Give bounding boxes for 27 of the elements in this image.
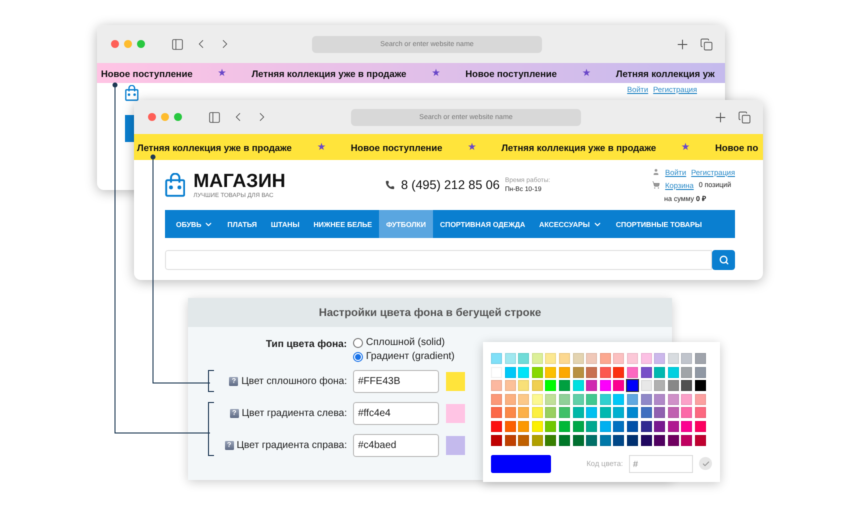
field-label: Цвет градиента справа:: [236, 440, 347, 450]
star-icon: ★: [681, 141, 690, 153]
color-field[interactable]: #c4baed: [353, 434, 439, 456]
radio-option[interactable]: Сплошной (solid): [353, 337, 455, 348]
phone-number: 8 (495) 212 85 06: [401, 178, 500, 192]
star-icon: ★: [582, 67, 591, 79]
star-icon: ★: [467, 141, 476, 153]
star-icon: ★: [218, 67, 227, 79]
ticker-text: Летняя коллекция уже в продаже: [137, 142, 292, 152]
radio-option[interactable]: Градиент (gradient): [353, 351, 455, 362]
ticker-text: Летняя коллекция уже в продаже: [501, 142, 656, 152]
star-icon: ★: [316, 141, 326, 153]
color-field[interactable]: #FFE43B: [353, 370, 439, 392]
ticker-text: Новое по: [715, 142, 758, 152]
store-logo-title: МАГАЗИН: [193, 172, 286, 190]
ticker-text: Летняя коллекция уж: [616, 68, 715, 78]
field-label: Тип цвета фона:: [264, 339, 348, 350]
panel-title: Настройки цвета фона в бегущей строке: [188, 298, 672, 327]
hash-prefix: #: [633, 458, 638, 469]
ticker-text: Новое поступление: [350, 142, 442, 152]
field-label: Цвет сплошного фона:: [241, 376, 347, 386]
ticker-text: Летняя коллекция уже в продаже: [252, 68, 406, 78]
ticker-text: Новое поступление: [465, 68, 557, 78]
field-label: Цвет градиента слева:: [242, 408, 347, 418]
ticker-text: Новое поступление: [101, 68, 193, 78]
star-icon: ★: [431, 67, 440, 79]
color-field[interactable]: #ffc4e4: [353, 402, 439, 424]
